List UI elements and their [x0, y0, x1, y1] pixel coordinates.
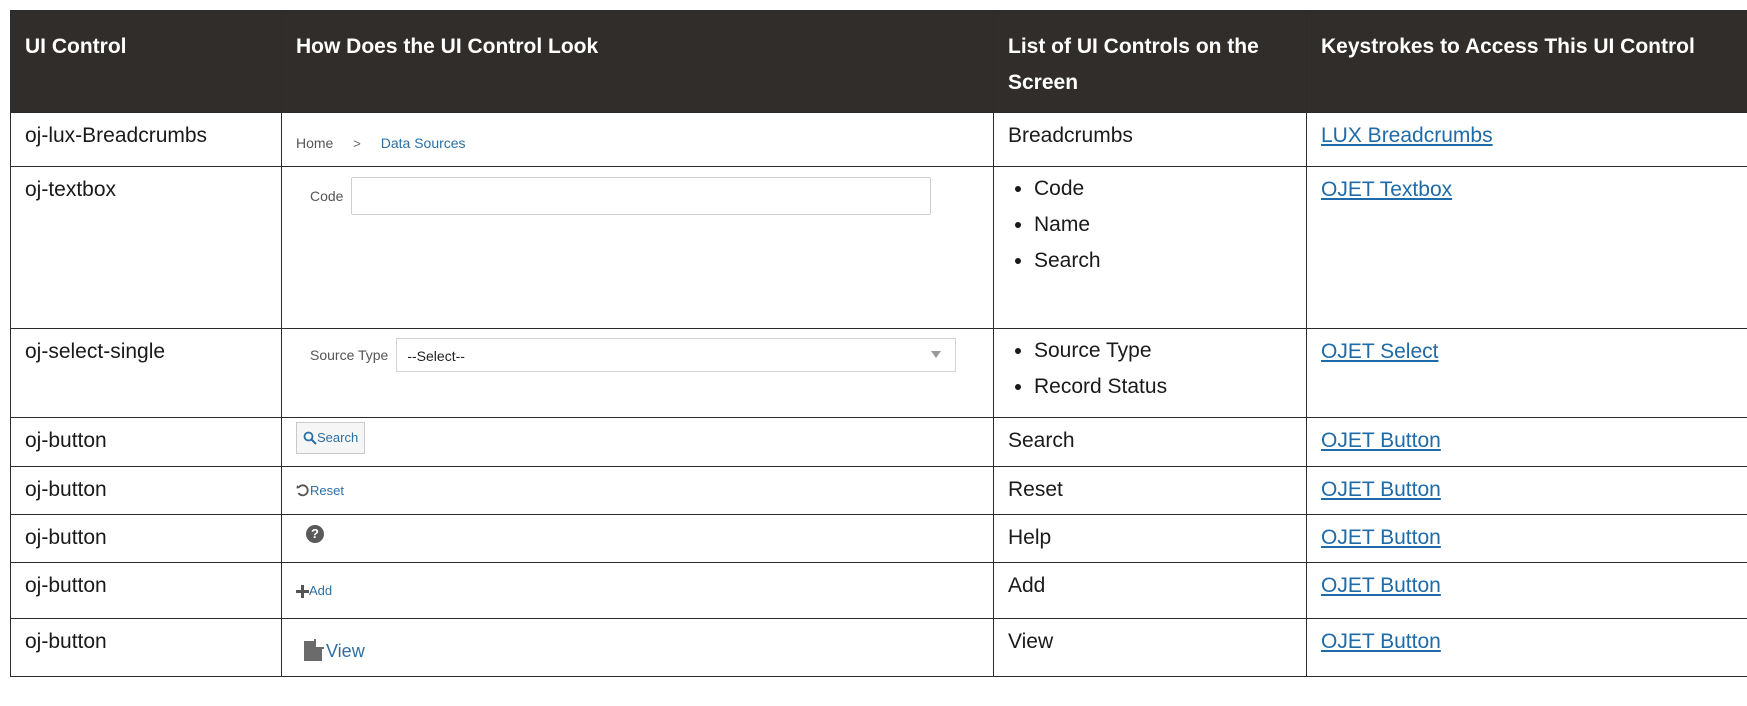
cell-keystrokes: OJET Textbox — [1306, 166, 1747, 329]
code-textbox-sample: Code — [296, 168, 993, 215]
cell-look: Home > Data Sources — [281, 112, 994, 167]
table-row: oj-select-single Source Type --Select-- … — [10, 328, 1747, 418]
breadcrumb-current[interactable]: Data Sources — [381, 135, 466, 151]
reset-button-label: Reset — [310, 483, 344, 498]
table-row: oj-button ? Help OJET Button — [10, 514, 1747, 563]
list-item: Name — [1034, 207, 1306, 243]
code-label: Code — [310, 188, 344, 204]
cell-list: Source Type Record Status — [993, 328, 1307, 418]
control-list: Code Name Search — [1008, 168, 1306, 280]
breadcrumb-home[interactable]: Home — [296, 135, 333, 151]
header-look: How Does the UI Control Look — [281, 10, 994, 113]
keystrokes-link[interactable]: OJET Button — [1321, 574, 1441, 597]
search-icon — [303, 431, 317, 445]
caret-down-icon — [931, 351, 942, 358]
plus-icon — [296, 584, 309, 598]
source-type-select[interactable]: --Select-- — [396, 338, 957, 372]
header-keystrokes: Keystrokes to Access This UI Control — [1306, 10, 1747, 113]
cell-look: Code — [281, 166, 994, 329]
source-type-label: Source Type — [310, 347, 389, 363]
view-icon — [304, 639, 324, 661]
search-button-label: Search — [317, 430, 359, 445]
keystrokes-link[interactable]: OJET Button — [1321, 526, 1441, 549]
table-row: oj-lux-Breadcrumbs Home > Data Sources B… — [10, 112, 1747, 167]
search-button[interactable]: Search — [296, 422, 366, 454]
cell-list: Breadcrumbs — [993, 112, 1307, 167]
cell-keystrokes: OJET Button — [1306, 466, 1747, 515]
code-input[interactable] — [351, 177, 932, 215]
cell-keystrokes: OJET Select — [1306, 328, 1747, 418]
list-item: Source Type — [1034, 333, 1306, 369]
cell-list: Search — [993, 417, 1307, 467]
keystrokes-link[interactable]: OJET Button — [1321, 630, 1441, 653]
add-button-label: Add — [309, 583, 333, 598]
list-item: Code — [1034, 171, 1306, 207]
ui-controls-table: UI Control How Does the UI Control Look … — [10, 10, 1747, 677]
keystrokes-link[interactable]: OJET Button — [1321, 478, 1441, 501]
cell-control: oj-button — [10, 417, 282, 467]
cell-control: oj-button — [10, 514, 282, 563]
cell-list: Help — [993, 514, 1307, 563]
cell-look: Source Type --Select-- — [281, 328, 994, 418]
header-list: List of UI Controls on the Screen — [993, 10, 1307, 113]
cell-keystrokes: OJET Button — [1306, 618, 1747, 677]
table-row: oj-button Search Search OJET Button — [10, 417, 1747, 467]
cell-keystrokes: OJET Button — [1306, 562, 1747, 619]
view-button-label: View — [326, 641, 365, 661]
table-header-row: UI Control How Does the UI Control Look … — [10, 10, 1747, 113]
list-item: Record Status — [1034, 369, 1306, 405]
chevron-right-icon: > — [353, 136, 361, 151]
list-item: Search — [1034, 243, 1306, 279]
add-button[interactable]: Add — [296, 573, 332, 609]
cell-list: Add — [993, 562, 1307, 619]
table-row: oj-button Reset Reset OJET Button — [10, 466, 1747, 515]
cell-control: oj-button — [10, 562, 282, 619]
cell-list: Reset — [993, 466, 1307, 515]
cell-control: oj-lux-Breadcrumbs — [10, 112, 282, 167]
table-row: oj-textbox Code Code Name Search OJET Te… — [10, 166, 1747, 329]
cell-look: Reset — [281, 466, 994, 515]
help-icon[interactable]: ? — [306, 525, 324, 543]
select-value: --Select-- — [407, 348, 465, 364]
header-ui-control: UI Control — [10, 10, 282, 113]
reset-button[interactable]: Reset — [296, 473, 344, 509]
cell-control: oj-button — [10, 466, 282, 515]
cell-look: View — [281, 618, 994, 677]
keystrokes-link[interactable]: OJET Select — [1321, 340, 1439, 363]
cell-list: View — [993, 618, 1307, 677]
cell-look: Search — [281, 417, 994, 467]
cell-keystrokes: OJET Button — [1306, 417, 1747, 467]
breadcrumb: Home > Data Sources — [296, 114, 993, 163]
table-row: oj-button View View OJET Button — [10, 618, 1747, 677]
cell-keystrokes: LUX Breadcrumbs — [1306, 112, 1747, 167]
keystrokes-link[interactable]: LUX Breadcrumbs — [1321, 124, 1493, 147]
reset-icon — [296, 484, 309, 497]
table-row: oj-button Add Add OJET Button — [10, 562, 1747, 619]
cell-control: oj-textbox — [10, 166, 282, 329]
cell-control: oj-button — [10, 618, 282, 677]
cell-look: ? — [281, 514, 994, 563]
cell-keystrokes: OJET Button — [1306, 514, 1747, 563]
control-list: Source Type Record Status — [1008, 330, 1306, 406]
cell-control: oj-select-single — [10, 328, 282, 418]
cell-list: Code Name Search — [993, 166, 1307, 329]
cell-look: Add — [281, 562, 994, 619]
keystrokes-link[interactable]: OJET Button — [1321, 429, 1441, 452]
view-button[interactable]: View — [304, 633, 365, 669]
keystrokes-link[interactable]: OJET Textbox — [1321, 178, 1452, 201]
source-type-select-sample: Source Type --Select-- — [296, 330, 993, 374]
